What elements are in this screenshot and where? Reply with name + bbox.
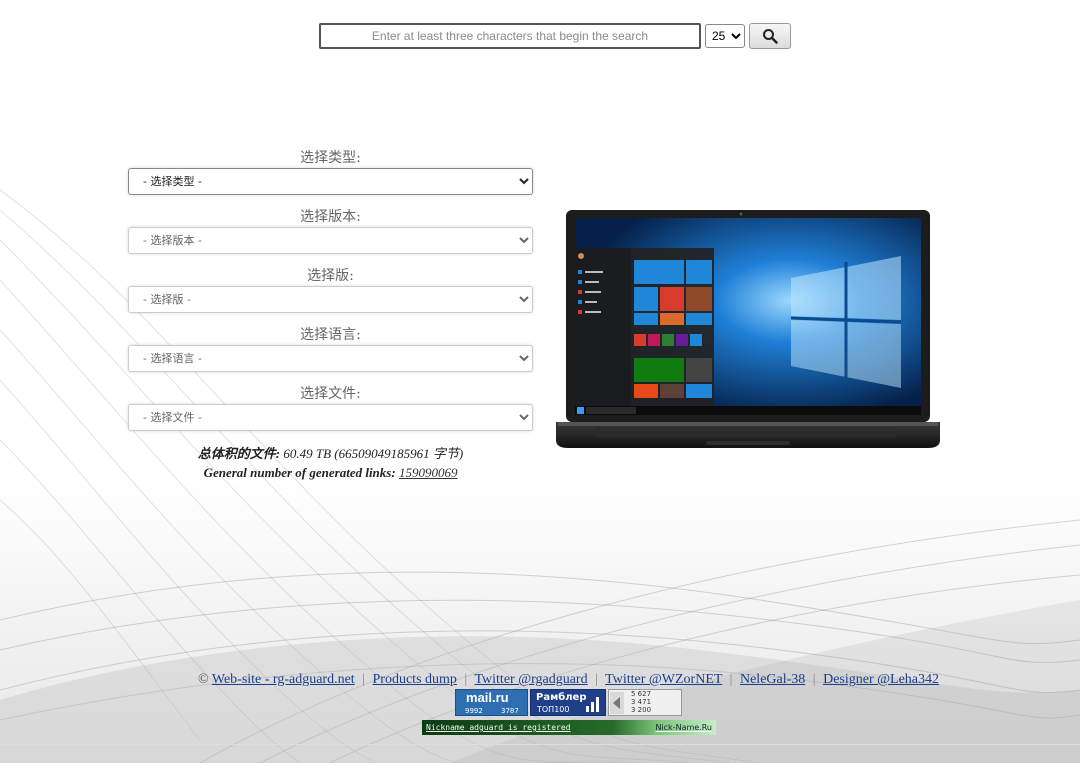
footer-link-twitter-rgadguard[interactable]: Twitter @rgadguard — [474, 672, 587, 687]
rambler-sub: ТОП100 — [537, 705, 570, 714]
footer-link-twitter-wzornet[interactable]: Twitter @WZorNET — [605, 672, 722, 687]
search-button[interactable] — [749, 23, 791, 49]
li-today: 3 200 — [631, 706, 652, 714]
footer-separator: | — [729, 672, 733, 687]
links-count-link[interactable]: 159090069 — [399, 465, 458, 480]
rambler-logo: Рамблер — [536, 692, 587, 703]
file-select[interactable]: - 选择文件 - — [128, 404, 533, 431]
file-label: 选择文件: — [300, 386, 361, 402]
search-input[interactable] — [319, 23, 701, 49]
footer-link-designer[interactable]: Designer @Leha342 — [823, 672, 939, 687]
li-views: 5 627 — [631, 690, 652, 698]
total-size-line: 总体积的文件: 60.49 TB (66509049185961 字节) — [128, 444, 533, 463]
bar-chart-icon — [586, 697, 599, 712]
copyright-symbol: © — [197, 672, 209, 687]
links-count-line: General number of generated links: 15909… — [128, 463, 533, 482]
type-label: 选择类型: — [300, 150, 361, 166]
footer-divider — [0, 744, 1080, 745]
footer-link-products-dump[interactable]: Products dump — [373, 672, 457, 687]
footer-separator: | — [464, 672, 468, 687]
rambler-counter[interactable]: Рамблер ТОП100 — [530, 689, 606, 716]
footer-links: © Web-site - rg-adguard.net | Products d… — [0, 672, 1080, 688]
footer-link-website[interactable]: Web-site - rg-adguard.net — [212, 672, 355, 687]
file-field: 选择文件: - 选择文件 - — [128, 384, 533, 441]
total-size-label: 总体积的文件: — [197, 446, 281, 461]
search-icon — [763, 29, 778, 44]
mailru-logo: mail.ru — [466, 690, 509, 705]
footer-separator: | — [812, 672, 816, 687]
laptop-image — [556, 210, 940, 448]
mailru-value-left: 9992 — [465, 707, 483, 715]
counters-row: mail.ru 9992 3787 Рамблер ТОП100 5 627 3… — [455, 689, 682, 717]
liveinternet-counter[interactable]: 5 627 3 471 3 200 — [608, 689, 682, 716]
footer-separator: | — [362, 672, 366, 687]
mailru-value-right: 3787 — [501, 707, 519, 715]
nick-banner-site: Nick-Name.Ru — [655, 723, 712, 732]
type-select[interactable]: - 选择类型 - — [128, 168, 533, 195]
edition-label: 选择版: — [307, 268, 354, 284]
version-select[interactable]: - 选择版本 - — [128, 227, 533, 254]
search-bar: 25 — [319, 22, 794, 50]
language-field: 选择语言: - 选择语言 - — [128, 325, 533, 382]
links-count-label: General number of generated links: — [203, 465, 396, 480]
type-field: 选择类型: - 选择类型 - — [128, 148, 533, 205]
language-label: 选择语言: — [300, 327, 361, 343]
nick-banner-text: Nickname adguard is registered — [426, 723, 571, 732]
footer-separator: | — [595, 672, 598, 687]
version-label: 选择版本: — [300, 209, 361, 225]
edition-field: 选择版: - 选择版 - — [128, 266, 533, 323]
version-field: 选择版本: - 选择版本 - — [128, 207, 533, 264]
download-selector-form: 选择类型: - 选择类型 - 选择版本: - 选择版本 - 选择版: - 选择版… — [128, 148, 533, 443]
li-visitors: 3 471 — [631, 698, 652, 706]
language-select[interactable]: - 选择语言 - — [128, 345, 533, 372]
liveinternet-logo-icon — [610, 692, 624, 714]
page-size-select[interactable]: 25 — [705, 24, 745, 48]
edition-select[interactable]: - 选择版 - — [128, 286, 533, 313]
nickname-registered-banner[interactable]: Nickname adguard is registered Nick-Name… — [422, 720, 716, 735]
total-size-value: 60.49 TB (66509049185961 字节) — [283, 446, 464, 461]
mailru-counter[interactable]: mail.ru 9992 3787 — [455, 689, 528, 716]
footer-link-nelegal[interactable]: NeleGal-38 — [740, 672, 805, 687]
stats-block: 总体积的文件: 60.49 TB (66509049185961 字节) Gen… — [128, 444, 533, 482]
